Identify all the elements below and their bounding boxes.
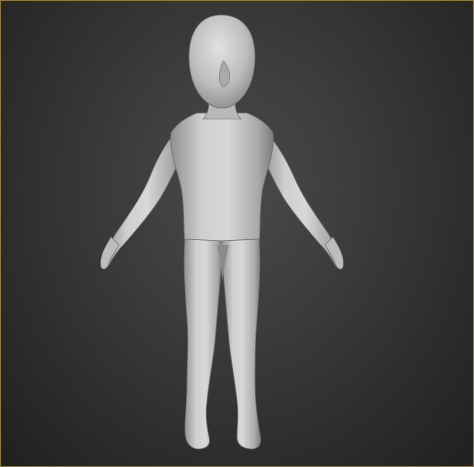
character-model[interactable]	[1, 1, 473, 466]
head	[188, 14, 256, 109]
3d-viewport[interactable]	[0, 0, 474, 467]
right-leg	[220, 238, 262, 450]
left-leg	[183, 238, 224, 450]
torso	[170, 112, 274, 246]
